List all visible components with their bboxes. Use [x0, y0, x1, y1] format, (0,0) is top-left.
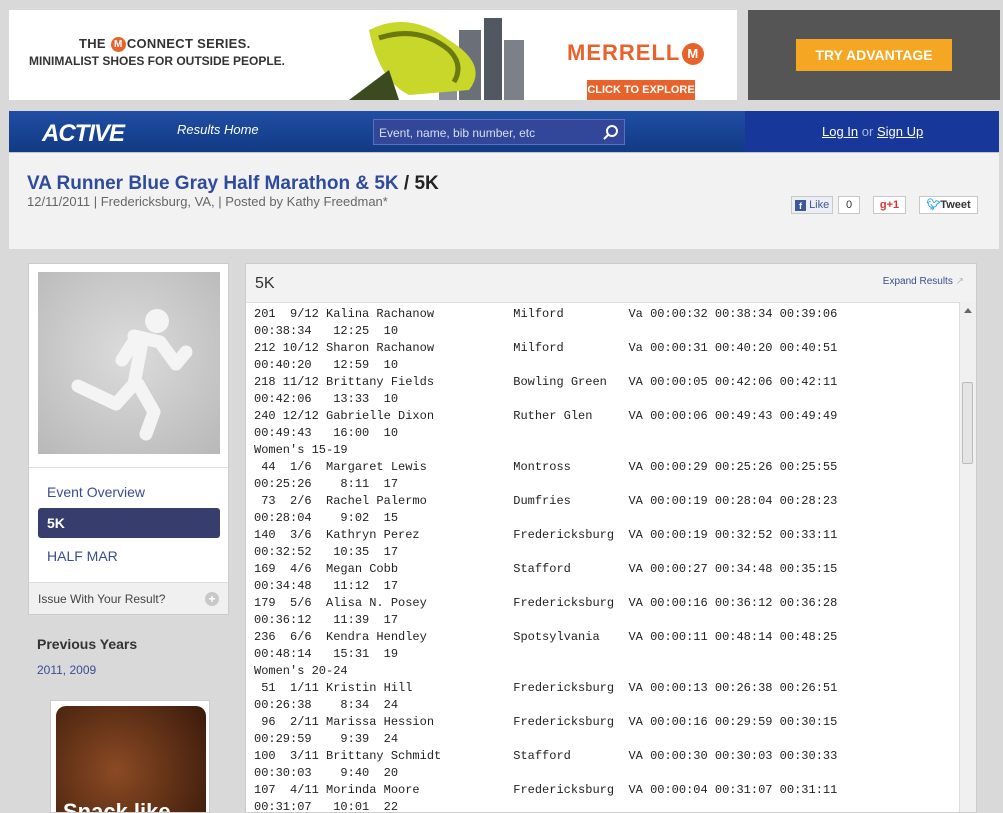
result-line: 44 1/6 Margaret Lewis Montross VA 00:00:… [254, 460, 838, 474]
results-text: 201 9/12 Kalina Rachanow Milford Va 00:0… [254, 306, 838, 813]
result-line: 100 3/11 Brittany Schmidt Stafford VA 00… [254, 749, 838, 763]
result-line: 00:26:38 8:34 24 [254, 698, 399, 712]
result-line: 236 6/6 Kendra Hendley Spotsylvania VA 0… [254, 630, 838, 644]
auth-links: Log In or Sign Up [822, 124, 923, 139]
result-line: 212 10/12 Sharon Rachanow Milford Va 00:… [254, 341, 838, 355]
sidebar-ad-text: Snack like [63, 799, 171, 813]
result-line: 00:36:12 11:39 17 [254, 613, 399, 627]
like-count: 0 [838, 196, 860, 214]
result-line: 00:49:43 16:00 10 [254, 426, 399, 440]
snack-ad-image [56, 706, 206, 812]
result-line: 00:42:06 13:33 10 [254, 392, 399, 406]
connect-logo-icon: M [110, 37, 126, 53]
event-subtitle: 12/11/2011 | Fredericksburg, VA, | Poste… [27, 194, 388, 209]
result-line: 140 3/6 Kathryn Perez Fredericksburg VA … [254, 528, 838, 542]
result-line: 107 4/11 Morinda Moore Fredericksburg VA… [254, 783, 838, 797]
search-box[interactable] [373, 119, 625, 146]
top-nav: ACTIVE Results Home Log In or Sign Up [9, 111, 999, 152]
plus-icon: + [205, 592, 219, 606]
results-panel: 5K Expand Results ↗ 201 9/12 Kalina Rach… [245, 263, 977, 813]
sidebar-item-half-mar[interactable]: HALF MAR [47, 548, 118, 564]
results-scrollbar[interactable] [959, 302, 976, 812]
event-sidebar: Event Overview 5K HALF MAR Issue With Yo… [28, 263, 229, 615]
previous-years-links[interactable]: 2011, 2009 [37, 663, 96, 677]
previous-years-heading: Previous Years [37, 636, 138, 652]
scroll-thumb[interactable] [962, 382, 973, 464]
facebook-like-button[interactable]: f Like [791, 196, 833, 214]
issue-with-result-button[interactable]: Issue With Your Result? + [29, 582, 228, 614]
scroll-up-icon[interactable] [964, 308, 972, 313]
twitter-bird-icon: 🐦︎ [926, 199, 941, 211]
result-line: 00:38:34 12:25 10 [254, 324, 399, 338]
sidebar-menu [29, 467, 228, 468]
title-separator: / [403, 173, 410, 194]
result-line: 00:32:52 10:35 17 [254, 545, 399, 559]
merrell-logo: MERRELL M [567, 40, 705, 66]
google-plusone-button[interactable]: g+1 [873, 196, 906, 214]
try-advantage-button[interactable]: TRY ADVANTAGE [796, 39, 952, 71]
event-header: VA Runner Blue Gray Half Marathon & 5K /… [9, 152, 999, 249]
result-line: 00:25:26 8:11 17 [254, 477, 399, 491]
page-title: VA Runner Blue Gray Half Marathon & 5K /… [27, 173, 439, 195]
result-line: 218 11/12 Brittany Fields Bowling Green … [254, 375, 838, 389]
sidebar-item-5k[interactable]: 5K [38, 508, 220, 538]
result-line: 00:34:48 11:12 17 [254, 579, 399, 593]
or-text: or [861, 124, 874, 139]
signup-link[interactable]: Sign Up [877, 124, 923, 139]
result-line: Women's 20-24 [254, 664, 348, 678]
side-ad[interactable]: TRY ADVANTAGE [748, 10, 1000, 100]
race-name: 5K [414, 173, 439, 194]
ad-banner[interactable]: THE M CONNECT SERIES. MINIMALIST SHOES FO… [9, 10, 737, 100]
results-title: 5K [255, 275, 275, 292]
event-image [38, 272, 220, 454]
merrell-mark-icon: M [682, 43, 705, 66]
result-line: 00:28:04 9:02 15 [254, 511, 399, 525]
search-input[interactable] [374, 120, 601, 146]
result-line: 179 5/6 Alisa N. Posey Fredericksburg VA… [254, 596, 838, 610]
result-line: 96 2/11 Marissa Hession Fredericksburg V… [254, 715, 838, 729]
result-line: Women's 15-19 [254, 443, 348, 457]
result-line: 51 1/11 Kristin Hill Fredericksburg VA 0… [254, 681, 838, 695]
result-line: 201 9/12 Kalina Rachanow Milford Va 00:0… [254, 307, 838, 321]
ad-tagline: MINIMALIST SHOES FOR OUTSIDE PEOPLE. [29, 54, 286, 68]
ad-headline: THE M CONNECT SERIES. [79, 36, 251, 53]
result-line: 00:29:59 9:39 24 [254, 732, 399, 746]
runner-icon [71, 309, 193, 441]
results-header: 5K Expand Results ↗ [246, 264, 976, 303]
result-line: 73 2/6 Rachel Palermo Dumfries VA 00:00:… [254, 494, 838, 508]
shoe-image-icon [349, 18, 524, 100]
search-icon[interactable] [602, 124, 620, 142]
expand-icon: ↗ [955, 276, 964, 287]
sidebar-ad[interactable]: Snack like [50, 700, 210, 813]
tweet-button[interactable]: 🐦︎Tweet [919, 196, 978, 214]
result-line: 00:31:07 10:01 22 [254, 800, 399, 813]
result-line: 00:40:20 12:59 10 [254, 358, 399, 372]
google-plus-icon: g [879, 199, 887, 211]
sidebar-item-event-overview[interactable]: Event Overview [47, 484, 145, 500]
result-line: 00:30:03 9:40 20 [254, 766, 399, 780]
result-line: 169 4/6 Megan Cobb Stafford VA 00:00:27 … [254, 562, 838, 576]
facebook-icon: f [795, 200, 806, 211]
results-home-link[interactable]: Results Home [177, 122, 259, 137]
result-line: 240 12/12 Gabrielle Dixon Ruther Glen VA… [254, 409, 838, 423]
active-logo[interactable]: ACTIVE [42, 120, 125, 148]
event-link[interactable]: VA Runner Blue Gray Half Marathon & 5K [27, 173, 399, 194]
result-line: 00:48:14 15:31 19 [254, 647, 399, 661]
click-to-explore-button[interactable]: CLICK TO EXPLORE [587, 80, 695, 100]
expand-results-link[interactable]: Expand Results ↗ [883, 276, 964, 287]
login-link[interactable]: Log In [822, 124, 858, 139]
